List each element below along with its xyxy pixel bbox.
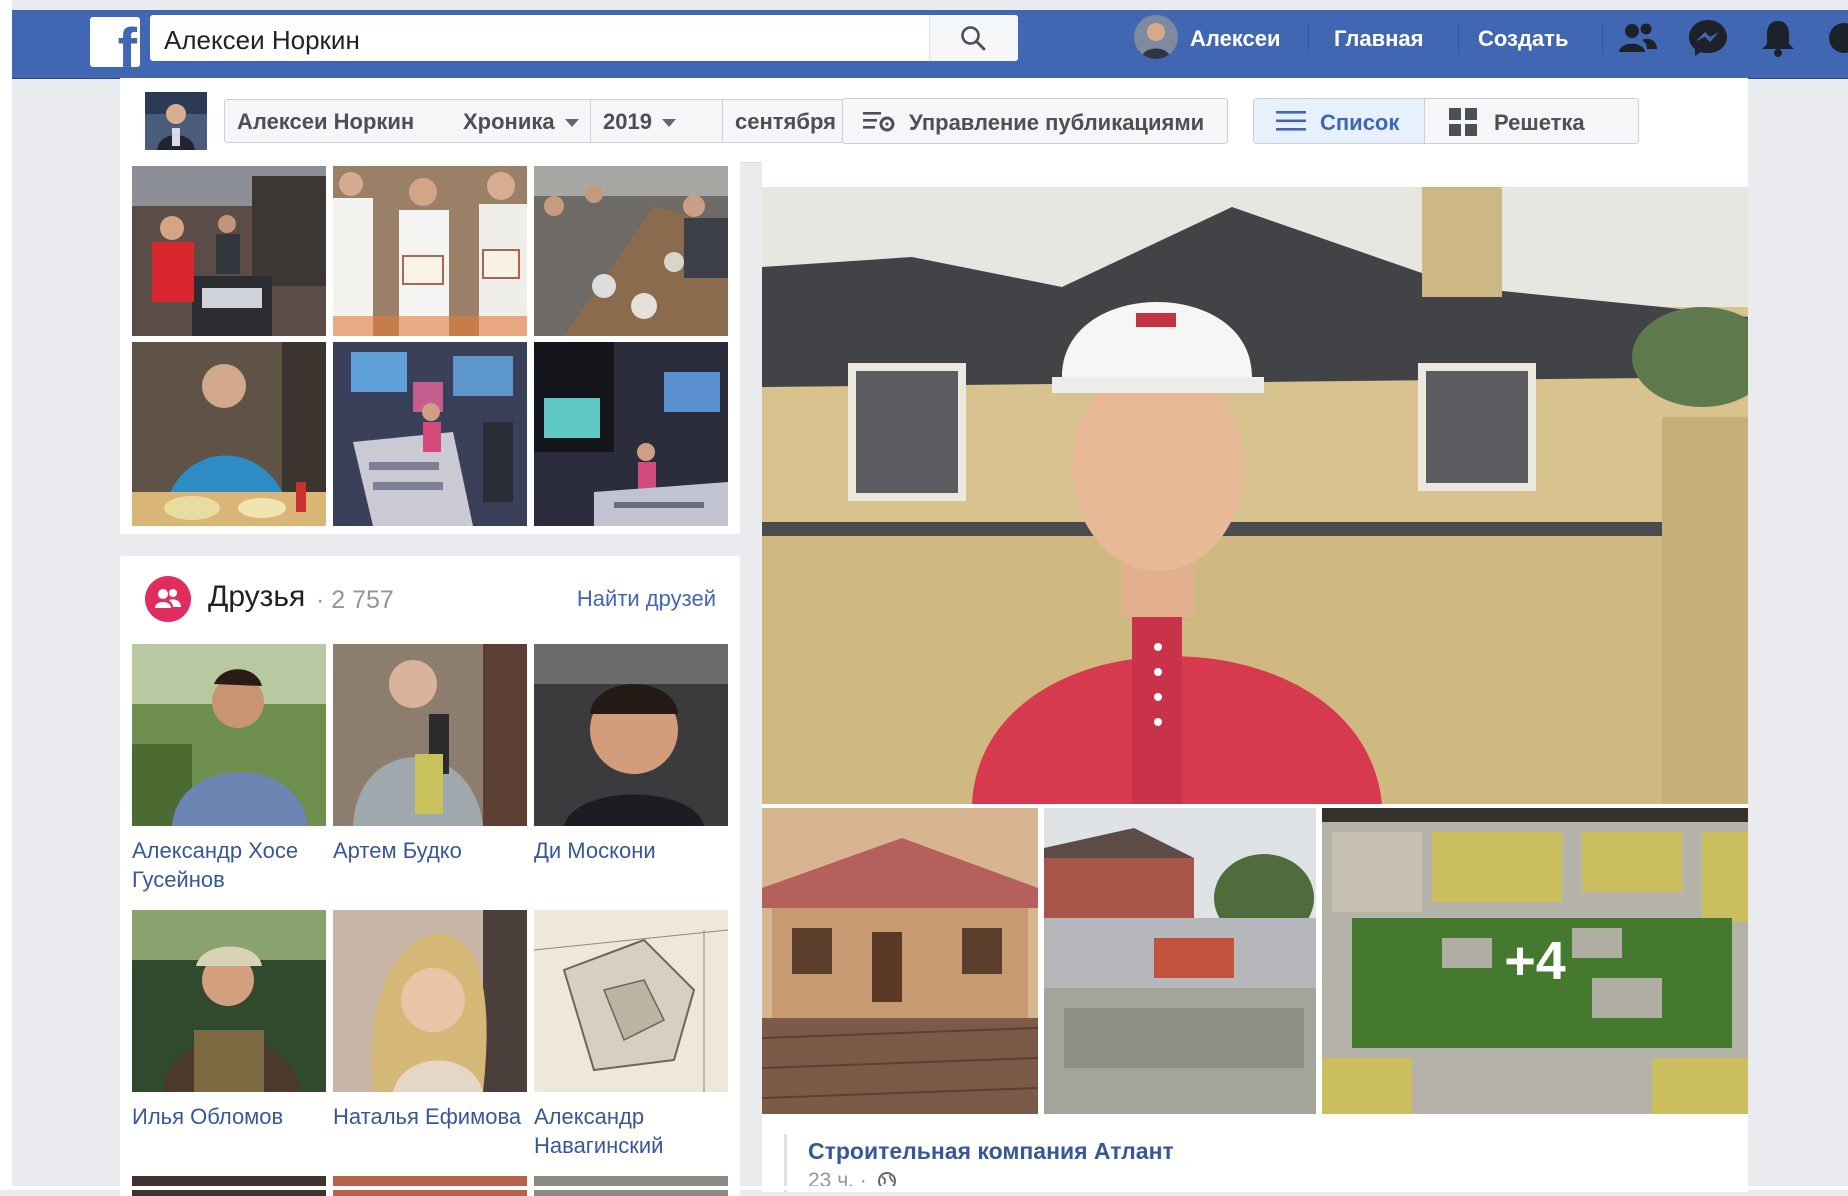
- friend-requests-icon[interactable]: [1616, 16, 1660, 60]
- friends-count: · 2 757: [316, 586, 394, 614]
- user-avatar[interactable]: [1134, 15, 1178, 59]
- profile-thumbnail-image: [145, 92, 207, 150]
- photo-image: [534, 342, 728, 526]
- photo-thumbnail[interactable]: [132, 342, 326, 526]
- post-photo[interactable]: [762, 808, 1038, 1114]
- friend-name[interactable]: Илья Обломов: [132, 1102, 326, 1131]
- nav-divider: [1308, 24, 1309, 54]
- friend-photo-image: [132, 910, 326, 1092]
- friend-photo[interactable]: [132, 910, 326, 1092]
- post-photo-image: [762, 808, 1038, 1114]
- post-photo[interactable]: [1044, 808, 1316, 1114]
- breadcrumb-month-label: сентября: [735, 109, 836, 134]
- nav-divider: [1458, 24, 1459, 54]
- photo-image: [132, 342, 326, 526]
- friend-photo[interactable]: [534, 910, 728, 1092]
- grid-view-button[interactable]: Решетка: [1425, 99, 1638, 143]
- friends-title[interactable]: Друзья: [208, 580, 305, 614]
- friend-photo[interactable]: [132, 644, 326, 826]
- chevron-down-icon: [661, 119, 676, 128]
- post-card: +4 Строительная компания Атлант 23 ч. ·: [762, 162, 1748, 1192]
- create-link[interactable]: Создать: [1478, 26, 1568, 52]
- search-button[interactable]: [929, 15, 1018, 61]
- photo-image: [534, 166, 728, 336]
- notifications-icon[interactable]: [1756, 16, 1800, 60]
- help-icon[interactable]: [1822, 16, 1848, 60]
- breadcrumb-profile-name[interactable]: Алексеи Норкин: [237, 109, 414, 135]
- friend-card[interactable]: Наталья Ефимова: [333, 910, 527, 1131]
- grid-view-label: Решетка: [1494, 110, 1585, 135]
- friend-photo-image: [333, 644, 527, 826]
- friend-card[interactable]: Ди Москони: [534, 644, 728, 865]
- post-main-photo-image: [762, 187, 1748, 804]
- breadcrumb-year[interactable]: 2019: [603, 109, 676, 135]
- list-icon: [1276, 111, 1306, 131]
- photo-image: [333, 342, 527, 526]
- photo-thumbnail[interactable]: [132, 166, 326, 336]
- friends-card: Друзья · 2 757 Найти друзей Александр Хо…: [120, 556, 740, 1196]
- view-toggle: Список Решетка: [1253, 98, 1639, 144]
- post-photo-more[interactable]: +4: [1322, 808, 1748, 1114]
- home-link[interactable]: Главная: [1334, 26, 1423, 52]
- more-photos-count: +4: [1504, 931, 1566, 991]
- profile-thumbnail[interactable]: [145, 92, 207, 150]
- photos-card: [120, 162, 740, 534]
- nav-divider: [1602, 24, 1603, 54]
- photo-thumbnail[interactable]: [333, 166, 527, 336]
- top-navigation-bar: f Алексеи Норкин Алексеи Главная Создать: [12, 10, 1848, 79]
- friends-icon: [145, 576, 191, 622]
- friend-photo-image: [534, 644, 728, 826]
- search-icon: [961, 26, 986, 51]
- search-box[interactable]: Алексеи Норкин: [150, 15, 1018, 61]
- friend-photo-image: [132, 644, 326, 826]
- friend-card[interactable]: Артем Будко: [333, 644, 527, 865]
- page-bottom-edge: [0, 1186, 1848, 1190]
- grid-icon: [1449, 108, 1477, 136]
- list-view-button[interactable]: Список: [1254, 99, 1424, 143]
- friend-photo[interactable]: [534, 644, 728, 826]
- manage-posts-icon: [863, 112, 895, 132]
- list-view-label: Список: [1320, 110, 1400, 135]
- breadcrumb-divider: [722, 100, 723, 142]
- people-icon: [155, 589, 181, 608]
- post-main-photo[interactable]: [762, 187, 1748, 804]
- facebook-logo-letter: f: [117, 17, 137, 68]
- page-edge: [0, 0, 12, 1190]
- friend-card[interactable]: Александр Хосе Гусейнов: [132, 644, 326, 894]
- friend-card[interactable]: Илья Обломов: [132, 910, 326, 1131]
- chevron-down-icon: [564, 119, 579, 128]
- friend-name[interactable]: Артем Будко: [333, 836, 527, 865]
- photo-thumbnail[interactable]: [333, 342, 527, 526]
- find-friends-link[interactable]: Найти друзей: [577, 586, 716, 612]
- friend-photo[interactable]: [333, 644, 527, 826]
- facebook-logo[interactable]: f: [90, 17, 140, 67]
- friend-name[interactable]: Александр Навагинский: [534, 1102, 728, 1160]
- avatar-image: [1134, 15, 1178, 59]
- post-author-link[interactable]: Строительная компания Атлант: [808, 1138, 1174, 1165]
- friend-photo[interactable]: [333, 910, 527, 1092]
- friend-photo-image: [534, 910, 728, 1092]
- manage-posts-label: Управление публикациями: [909, 110, 1205, 135]
- photo-image: [132, 166, 326, 336]
- friend-card[interactable]: Александр Навагинский: [534, 910, 728, 1160]
- messenger-icon[interactable]: [1686, 16, 1730, 60]
- timeline-header: Алексеи Норкин Хроника 2019 сентября Упр…: [120, 78, 1748, 163]
- friend-name[interactable]: Александр Хосе Гусейнов: [132, 836, 326, 894]
- friend-photo-image: [333, 910, 527, 1092]
- manage-posts-button[interactable]: Управление публикациями: [842, 98, 1228, 144]
- search-input[interactable]: Алексеи Норкин: [164, 25, 360, 56]
- photo-thumbnail[interactable]: [534, 166, 728, 336]
- timeline-breadcrumb: Алексеи Норкин Хроника 2019 сентября: [224, 99, 892, 143]
- breadcrumb-timeline[interactable]: Хроника: [463, 109, 579, 135]
- post-footer-divider: [784, 1134, 787, 1192]
- photo-thumbnail[interactable]: [534, 342, 728, 526]
- breadcrumb-divider: [590, 100, 591, 142]
- friend-name[interactable]: Ди Москони: [534, 836, 728, 865]
- breadcrumb-timeline-label: Хроника: [463, 109, 555, 134]
- profile-link[interactable]: Алексеи: [1190, 26, 1281, 52]
- photo-image: [333, 166, 527, 336]
- breadcrumb-year-label: 2019: [603, 109, 652, 134]
- friend-name[interactable]: Наталья Ефимова: [333, 1102, 527, 1131]
- post-photo-image: [1044, 808, 1316, 1114]
